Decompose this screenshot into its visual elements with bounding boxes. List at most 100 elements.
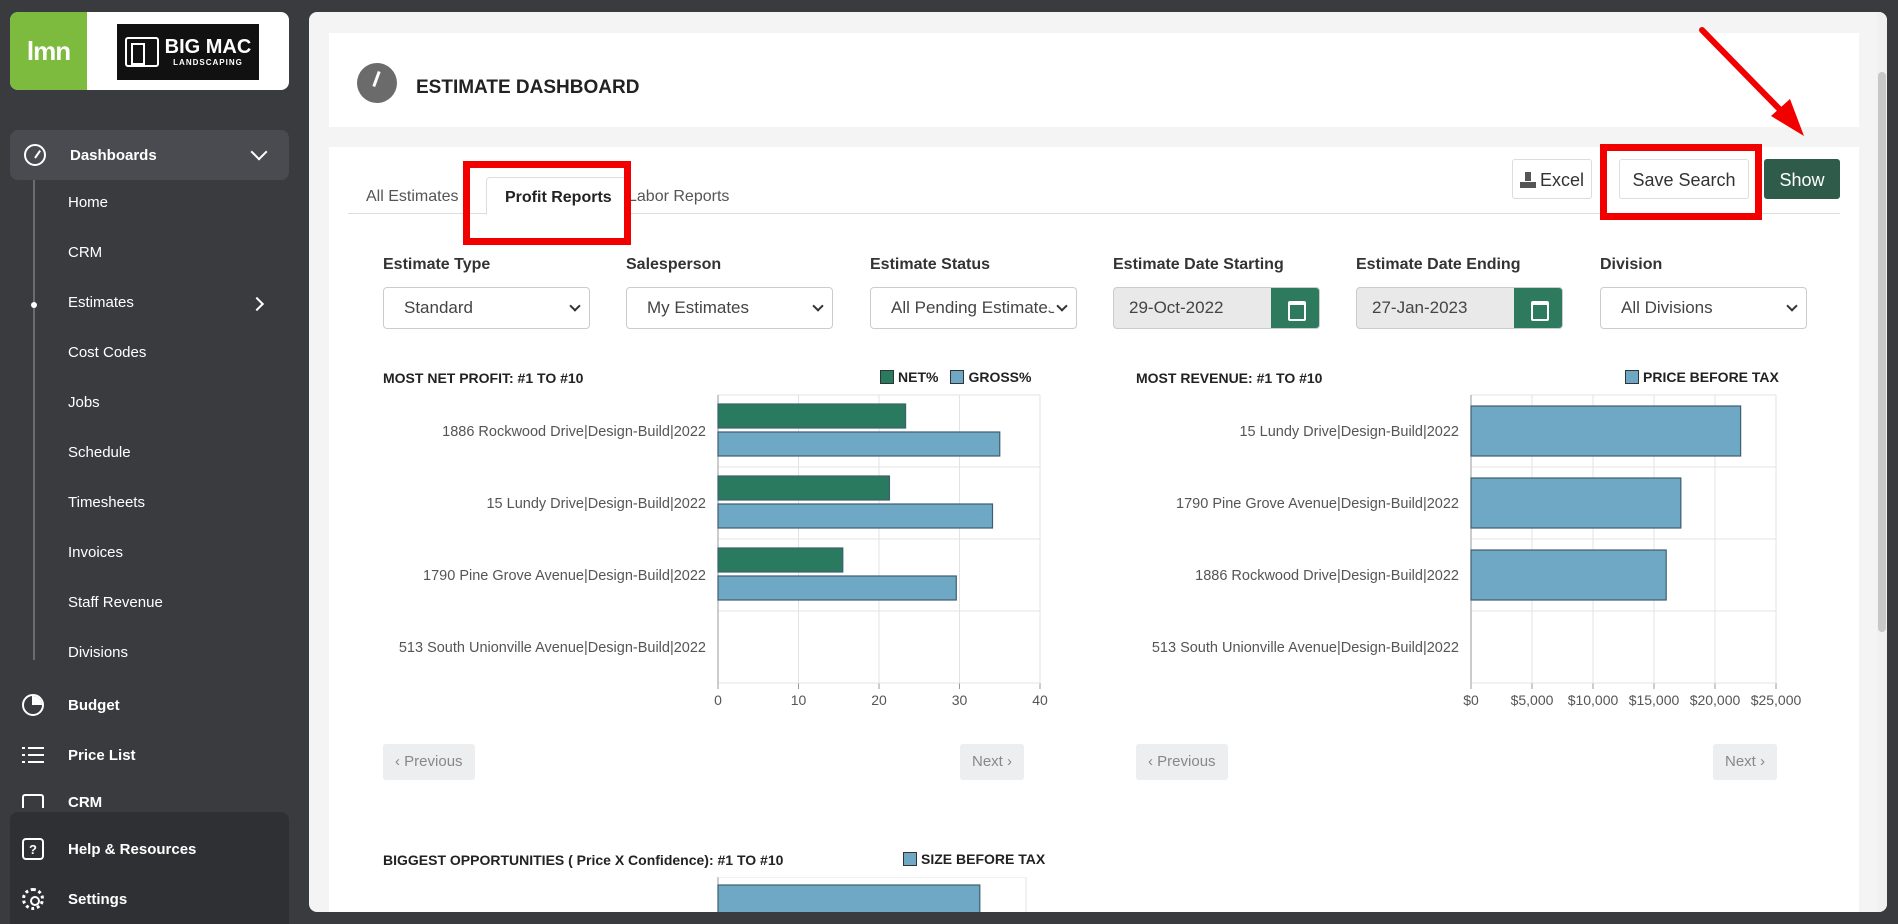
nav-crm[interactable]: CRM [22,794,102,808]
gear-icon [22,888,44,910]
nav-budget[interactable]: Budget [22,694,120,716]
gross-legend-label: GROSS% [968,369,1032,385]
chevron-down-icon [1786,300,1798,312]
bar-price-before-tax [1470,405,1742,457]
sidebar-item-crm[interactable]: CRM [68,243,102,263]
x-tick-label: 30 [952,692,968,708]
x-tick-label: $0 [1463,692,1479,708]
revenue-previous-button[interactable]: ‹ Previous [1136,744,1228,780]
content-card: All Estimates Profit Reports Labor Repor… [329,144,1859,912]
nav-settings-label: Settings [68,890,128,908]
sidebar-item-home[interactable]: Home [68,193,108,213]
date-end-label: Estimate Date Ending [1356,256,1521,273]
dashboard-gauge-icon [357,63,397,103]
sidebar-item-staff-revenue[interactable]: Staff Revenue [68,593,163,613]
sidebar-item-schedule[interactable]: Schedule [68,443,131,463]
help-icon: ? [22,838,44,860]
bar-size-before-tax [717,884,981,912]
estimate-type-select[interactable]: Standard [383,287,590,329]
division-label: Division [1600,256,1663,273]
salesperson-label: Salesperson [626,256,722,273]
nav-help-resources[interactable]: ? Help & Resources [22,838,196,860]
nav-dashboards-label: Dashboards [70,146,157,164]
category-label: 15 Lundy Drive|Design-Build|2022 [1239,424,1459,440]
estimate-status-label: Estimate Status [870,256,991,273]
category-label: 1790 Pine Grove Avenue|Design-Build|2022 [423,568,706,584]
nav-settings[interactable]: Settings [22,888,127,910]
nav-dashboards[interactable]: Dashboards [10,130,289,180]
dashboard-gauge-icon [24,144,46,166]
category-label: 1790 Pine Grove Avenue|Design-Build|2022 [1176,496,1459,512]
calendar-icon[interactable] [1271,288,1319,328]
category-label: 1886 Rockwood Drive|Design-Build|2022 [1195,568,1459,584]
sidebar-item-estimates[interactable]: Estimates [68,293,134,313]
net-profit-next-button[interactable]: Next › [960,744,1025,780]
revenue-chart-title: MOST REVENUE: #1 TO #10 [1136,370,1323,386]
x-tick-label: $20,000 [1690,692,1741,708]
download-icon [1519,172,1536,188]
chevron-down-icon [1056,300,1068,312]
bar-net- [717,403,907,429]
nav-crm-label: CRM [68,794,103,808]
x-tick-label: 0 [714,692,722,708]
sidebar-item-divisions[interactable]: Divisions [68,643,128,663]
nav-price-list-label: Price List [68,746,136,764]
highlight-box-profit-reports [463,161,631,245]
bar-net- [717,475,891,501]
size-legend-label: SIZE BEFORE TAX [921,851,1046,867]
crm-icon [22,794,44,808]
salesperson-select[interactable]: My Estimates [626,287,833,329]
x-tick-label: 10 [791,692,807,708]
sidebar-item-cost-codes[interactable]: Cost Codes [68,343,146,363]
nav-price-list[interactable]: Price List [22,744,136,766]
big-mac-logo-text: BIG MAC [164,36,252,58]
sidebar-item-invoices[interactable]: Invoices [68,543,123,563]
bar-gross- [717,431,1001,457]
active-dot-icon [31,302,37,308]
scrollbar-thumb[interactable] [1878,72,1886,632]
tab-all-estimates[interactable]: All Estimates [348,177,476,214]
estimate-status-select[interactable]: All Pending Estimates [870,287,1077,329]
bar-gross- [717,575,957,601]
header-card: ESTIMATE DASHBOARD [329,33,1859,127]
net-profit-chart: 0 10 20 30 40 1886 Rockwood Drive|Design-Buil… [399,394,1048,708]
size-legend-swatch [903,852,917,866]
x-tick-label: $15,000 [1629,692,1680,708]
calendar-icon[interactable] [1514,288,1562,328]
date-start-label: Estimate Date Starting [1113,256,1284,273]
excel-button[interactable]: Excel [1512,159,1592,199]
net-legend-swatch [880,370,894,384]
sidebar-item-timesheets[interactable]: Timesheets [68,493,145,513]
bar-net- [717,547,844,573]
big-mac-mark-icon [124,37,159,67]
list-icon [22,744,44,766]
gross-legend-swatch [950,370,965,384]
chevron-down-icon[interactable] [250,143,268,161]
net-profit-legend: NET% GROSS% [880,369,1031,385]
sidebar: lmn BIG MAC LANDSCAPING Dashboards Home C… [0,0,300,924]
landscaping-logo-text: LANDSCAPING [173,58,243,67]
sidebar-item-jobs[interactable]: Jobs [68,393,100,413]
x-tick-label: 40 [1032,692,1048,708]
scrollbar[interactable] [1877,12,1887,912]
division-select[interactable]: All Divisions [1600,287,1807,329]
main-panel: ESTIMATE DASHBOARD All Estimates Profit … [309,12,1887,912]
date-start-input[interactable]: 29-Oct-2022 [1113,287,1320,329]
revenue-next-button[interactable]: Next › [1713,744,1778,780]
date-end-input[interactable]: 27-Jan-2023 [1356,287,1563,329]
bar-price-before-tax [1470,549,1667,601]
logo-area[interactable]: lmn BIG MAC LANDSCAPING [10,12,289,90]
lmn-logo[interactable]: lmn [10,12,87,90]
x-tick-label: 20 [871,692,887,708]
chevron-right-icon[interactable] [249,296,265,312]
nav-budget-label: Budget [68,696,120,714]
red-arrow-icon [1699,27,1804,136]
net-profit-previous-button[interactable]: ‹ Previous [383,744,475,780]
opportunities-chart-title: BIGGEST OPPORTUNITIES ( Price X Confiden… [383,852,784,868]
x-tick-label: $10,000 [1568,692,1619,708]
show-button[interactable]: Show [1764,159,1840,199]
page-title: ESTIMATE DASHBOARD [416,77,640,98]
pie-chart-icon [22,694,44,716]
category-label: 15 Lundy Drive|Design-Build|2022 [486,496,706,512]
category-label: 1886 Rockwood Drive|Design-Build|2022 [442,424,706,440]
